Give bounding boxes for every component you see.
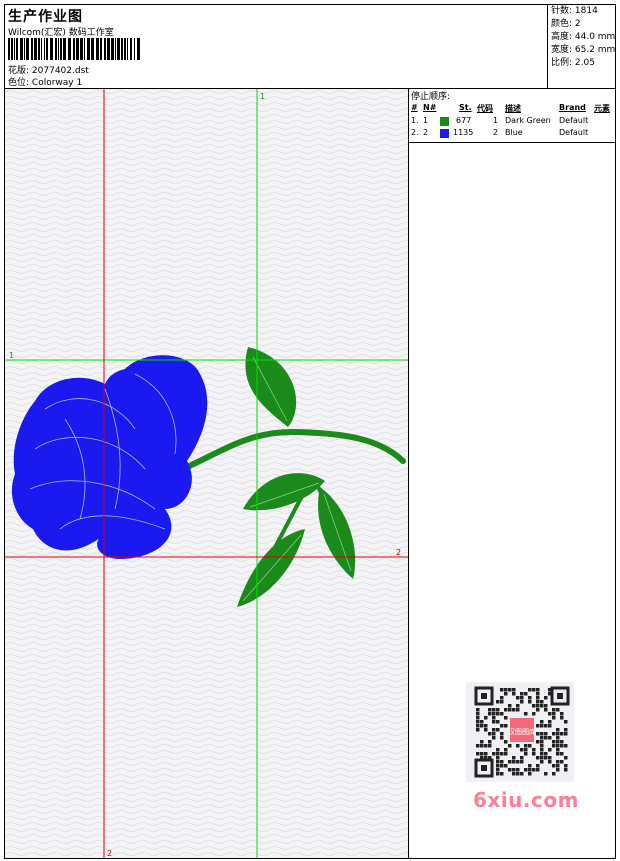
row-desc: Dark Green bbox=[505, 116, 551, 125]
stat-width: 宽度: 65.2 mm bbox=[551, 45, 616, 55]
col-header-code: 代码 bbox=[477, 104, 493, 113]
stat-stitches: 针数: 1814 bbox=[551, 6, 598, 16]
watermark: 6xiu.com bbox=[473, 788, 579, 812]
table-header: # N# St. 代码 描述 Brand 元素 bbox=[409, 103, 615, 115]
row-num: 1. bbox=[411, 116, 419, 125]
embroidery-preview: 1 1 2 2 bbox=[5, 89, 408, 858]
col-header-element: 元素 bbox=[594, 104, 610, 113]
row-stitches: 1135 bbox=[453, 128, 474, 137]
colorway-label: 色位: bbox=[8, 78, 30, 88]
row-code: 2 bbox=[493, 128, 499, 137]
col-header-n: N# bbox=[423, 103, 437, 112]
row-code: 1 bbox=[493, 116, 499, 125]
row-stitches: 677 bbox=[456, 116, 472, 125]
guide-label-red-h: 2 bbox=[396, 548, 401, 557]
row-n: 2 bbox=[423, 128, 429, 137]
design-canvas[interactable]: 1 1 2 2 bbox=[5, 89, 409, 858]
colorway-value: Colorway 1 bbox=[31, 78, 83, 88]
stat-colors: 颜色: 2 bbox=[551, 19, 581, 29]
colorway-line: 色位: Colorway 1 bbox=[8, 75, 82, 88]
qr-logo-text: 汉图图库 bbox=[508, 727, 536, 736]
stat-height: 高度: 44.0 mm bbox=[551, 32, 616, 42]
row-brand: Default bbox=[559, 128, 589, 137]
row-brand: Default bbox=[559, 116, 589, 125]
color-swatch bbox=[440, 117, 449, 126]
col-header-st: St. bbox=[459, 103, 472, 112]
stop-sequence-table: # N# St. 代码 描述 Brand 元素 1. 1 677 1 Dark … bbox=[409, 101, 615, 143]
color-swatch bbox=[440, 129, 449, 138]
row-desc: Blue bbox=[505, 128, 523, 137]
guide-label-green-h: 1 bbox=[9, 351, 14, 360]
stats-panel: 针数: 1814 颜色: 2 高度: 44.0 mm 宽度: 65.2 mm 比… bbox=[548, 5, 615, 89]
table-row[interactable]: 2. 2 1135 2 Blue Default bbox=[409, 128, 615, 140]
header-panel: 生产作业图 Wilcom(汇宏) 数码工作室 花版: 2077402.dst 色… bbox=[5, 5, 548, 89]
company-name: Wilcom(汇宏) 数码工作室 bbox=[8, 28, 114, 38]
col-header-desc: 描述 bbox=[505, 104, 521, 113]
row-n: 1 bbox=[423, 116, 429, 125]
barcode bbox=[8, 38, 140, 60]
table-row[interactable]: 1. 1 677 1 Dark Green Default bbox=[409, 116, 615, 128]
col-header-num: # bbox=[411, 103, 418, 112]
col-header-brand: Brand bbox=[559, 103, 586, 112]
guide-label-red-v: 2 bbox=[107, 849, 112, 858]
qr-code: 汉图图库 bbox=[466, 682, 574, 782]
guide-label-green-v: 1 bbox=[260, 92, 265, 101]
stat-scale: 比例: 2.05 bbox=[551, 58, 595, 68]
row-num: 2. bbox=[411, 128, 419, 137]
sheet-title: 生产作业图 bbox=[8, 9, 83, 25]
